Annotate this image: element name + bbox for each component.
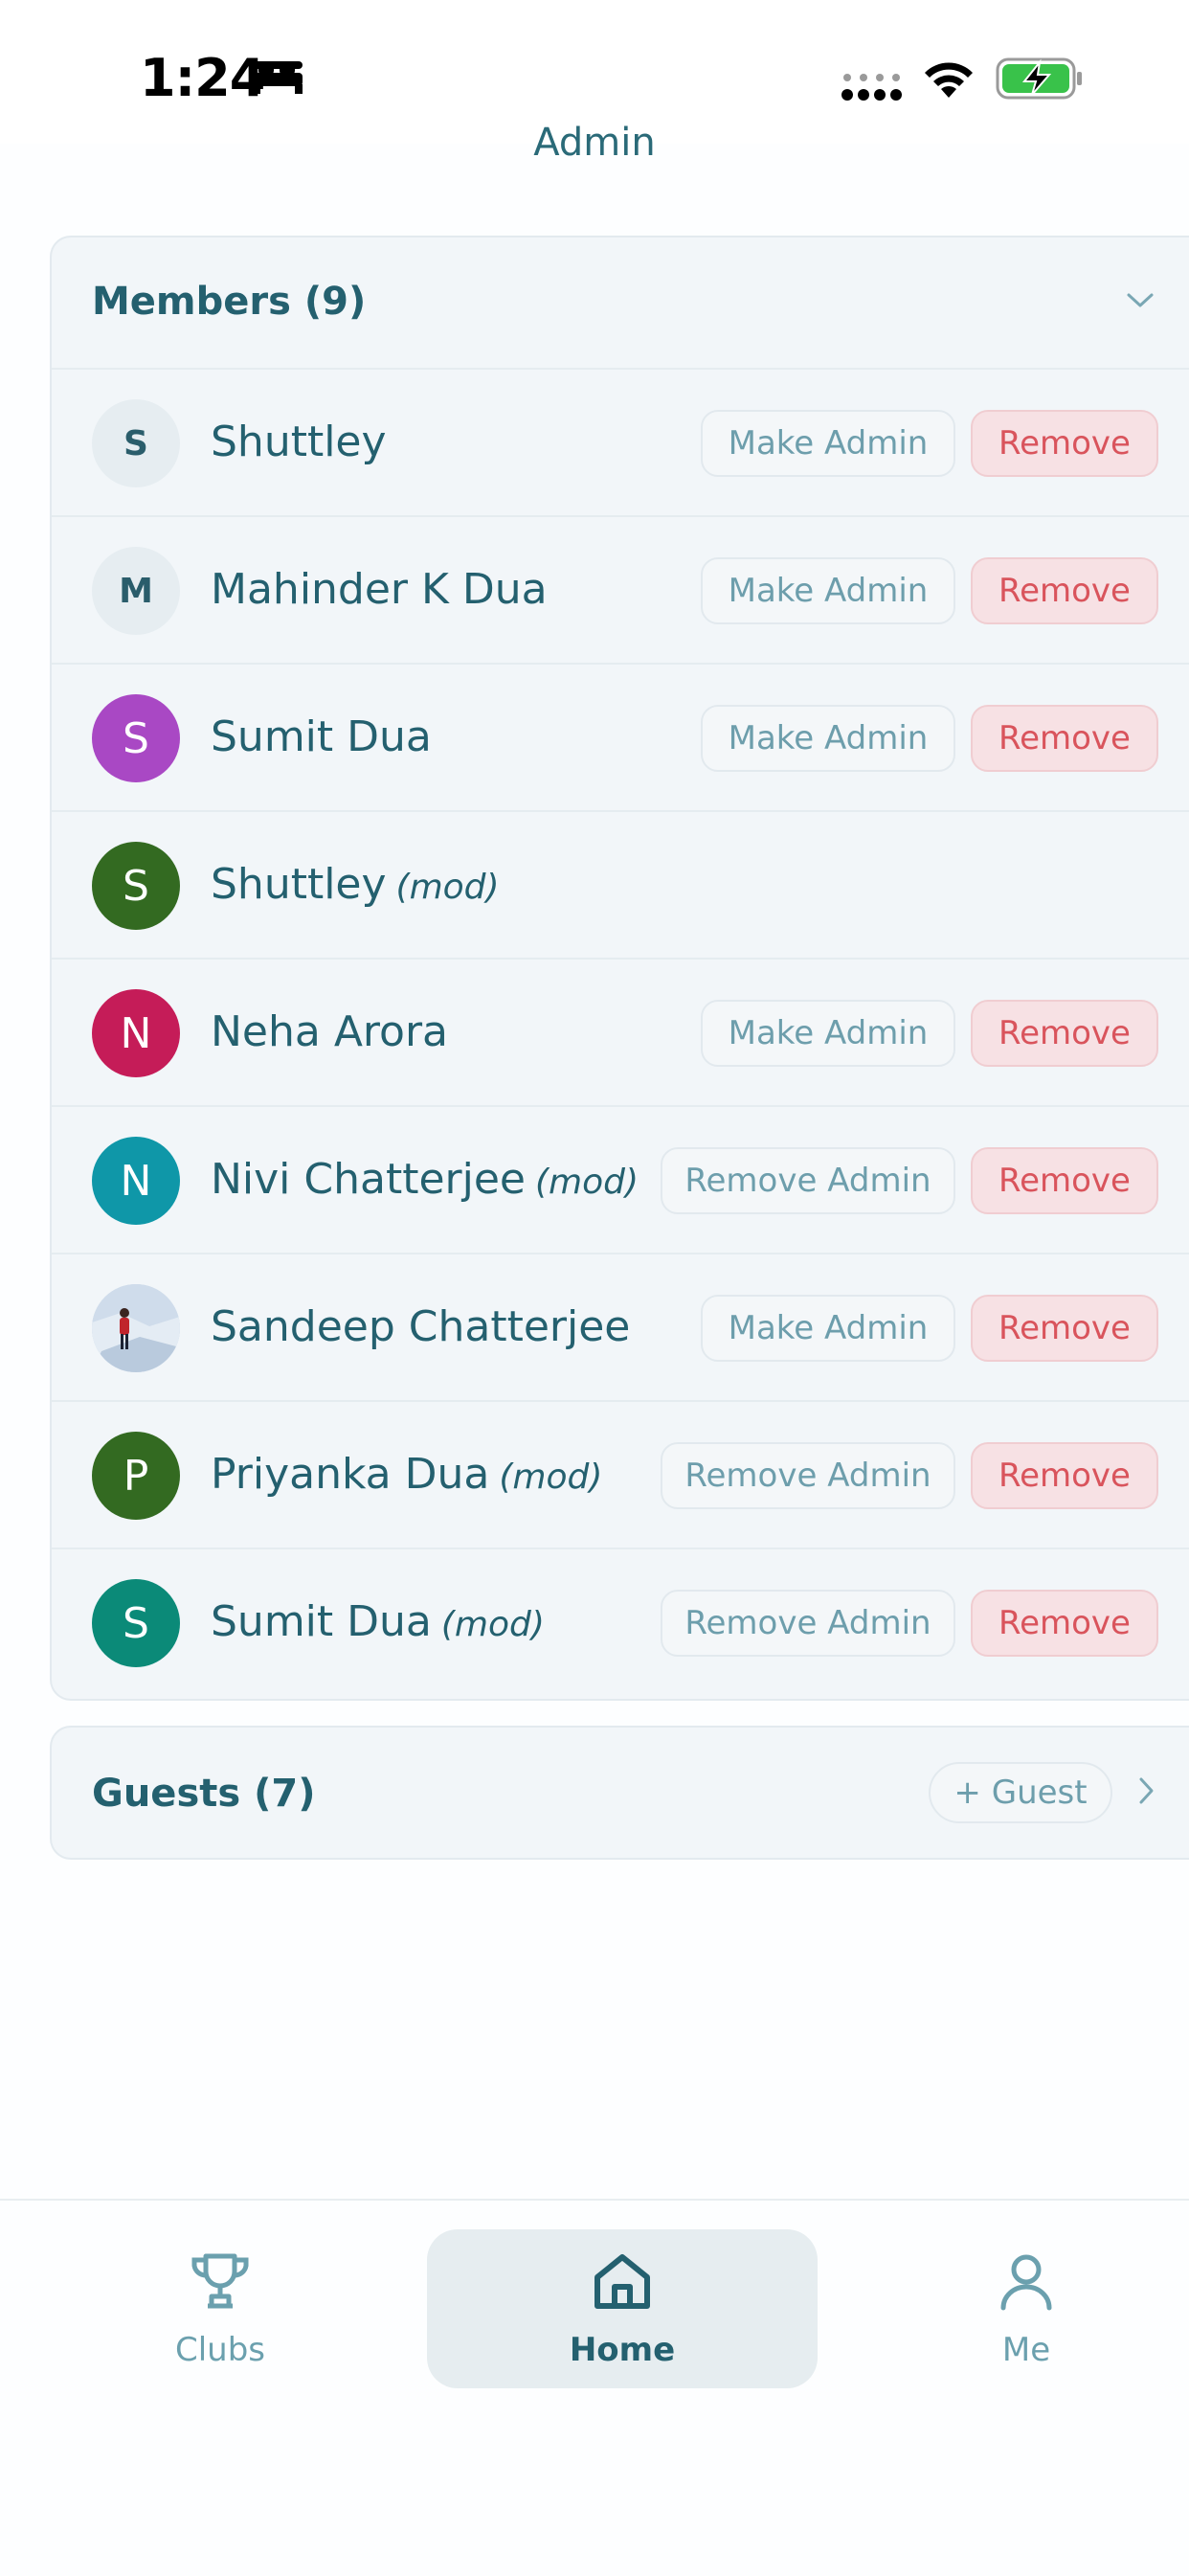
- status-time: 1:24: [140, 48, 265, 108]
- member-row: M Mahinder K Dua Make Admin Remove: [52, 517, 1189, 665]
- remove-button[interactable]: Remove: [971, 1590, 1158, 1657]
- make-admin-button[interactable]: Make Admin: [701, 1295, 955, 1362]
- make-admin-button[interactable]: Make Admin: [701, 410, 955, 477]
- members-title: Members (9): [92, 280, 367, 324]
- remove-admin-button[interactable]: Remove Admin: [661, 1147, 955, 1214]
- member-name: Sumit Dua: [211, 712, 432, 761]
- tab-label: Me: [1001, 2331, 1051, 2369]
- mod-tag: (mod): [440, 1605, 545, 1644]
- trophy-icon: [191, 2253, 249, 2309]
- remove-button[interactable]: Remove: [971, 1442, 1158, 1509]
- make-admin-button[interactable]: Make Admin: [701, 1000, 955, 1067]
- members-section: Members (9) S Shuttley Make Admin Remove…: [50, 236, 1189, 1701]
- member-name: Shuttley: [211, 418, 387, 466]
- member-row: S Sumit Dua (mod) Remove Admin Remove: [52, 1549, 1189, 1697]
- status-bar: 1:24 Admin: [0, 0, 1189, 159]
- remove-admin-button[interactable]: Remove Admin: [661, 1590, 955, 1657]
- member-name: Mahinder K Dua: [211, 565, 548, 614]
- avatar: S: [92, 694, 180, 782]
- avatar: N: [92, 1137, 180, 1225]
- wifi-icon: [925, 62, 973, 98]
- tab-label: Home: [569, 2331, 676, 2369]
- tab-home[interactable]: Home: [427, 2229, 818, 2388]
- remove-button[interactable]: Remove: [971, 557, 1158, 624]
- guests-title: Guests (7): [92, 1772, 316, 1816]
- remove-button[interactable]: Remove: [971, 1295, 1158, 1362]
- member-row: S Shuttley (mod): [52, 812, 1189, 960]
- cellular-signal-icon: [841, 74, 902, 101]
- guests-section[interactable]: Guests (7) + Guest: [50, 1726, 1189, 1860]
- tab-me[interactable]: Me: [894, 2229, 1158, 2388]
- tab-clubs[interactable]: Clubs: [88, 2229, 352, 2388]
- avatar: N: [92, 989, 180, 1077]
- home-icon: [594, 2254, 650, 2309]
- person-icon: [1000, 2254, 1052, 2311]
- make-admin-button[interactable]: Make Admin: [701, 705, 955, 772]
- battery-charging-icon: [996, 57, 1082, 100]
- page-title-partial: Admin: [533, 121, 656, 159]
- member-row: P Priyanka Dua (mod) Remove Admin Remove: [52, 1402, 1189, 1549]
- profile-photo: [92, 1284, 180, 1372]
- tab-bar: Clubs Home Me: [0, 2199, 1189, 2576]
- avatar: P: [92, 1432, 180, 1520]
- bed-icon: [253, 61, 303, 94]
- remove-admin-button[interactable]: Remove Admin: [661, 1442, 955, 1509]
- chevron-right-icon[interactable]: [1137, 1775, 1156, 1806]
- member-name: Sumit Dua (mod): [211, 1597, 545, 1646]
- member-row: S Shuttley Make Admin Remove: [52, 370, 1189, 517]
- mod-tag: (mod): [535, 1163, 639, 1202]
- add-guest-button[interactable]: + Guest: [929, 1762, 1112, 1823]
- member-row: S Sumit Dua Make Admin Remove: [52, 665, 1189, 812]
- member-name: Sandeep Chatterjee: [211, 1302, 631, 1351]
- member-row: N Neha Arora Make Admin Remove: [52, 960, 1189, 1107]
- member-name: Nivi Chatterjee (mod): [211, 1155, 639, 1204]
- make-admin-button[interactable]: Make Admin: [701, 557, 955, 624]
- remove-button[interactable]: Remove: [971, 705, 1158, 772]
- member-row: N Nivi Chatterjee (mod) Remove Admin Remo…: [52, 1107, 1189, 1254]
- avatar: S: [92, 399, 180, 487]
- remove-button[interactable]: Remove: [971, 410, 1158, 477]
- remove-button[interactable]: Remove: [971, 1147, 1158, 1214]
- members-header[interactable]: Members (9): [52, 237, 1189, 370]
- avatar: S: [92, 1579, 180, 1667]
- mod-tag: (mod): [499, 1457, 603, 1497]
- member-name: Neha Arora: [211, 1007, 449, 1056]
- member-name: Priyanka Dua (mod): [211, 1450, 603, 1499]
- avatar: M: [92, 547, 180, 635]
- mod-tag: (mod): [395, 868, 500, 907]
- avatar: S: [92, 842, 180, 930]
- chevron-down-icon[interactable]: [1126, 291, 1155, 310]
- tab-label: Clubs: [174, 2331, 266, 2369]
- remove-button[interactable]: Remove: [971, 1000, 1158, 1067]
- member-name: Shuttley (mod): [211, 860, 500, 909]
- member-row: Sandeep Chatterjee Make Admin Remove: [52, 1254, 1189, 1402]
- avatar-photo: [92, 1284, 180, 1372]
